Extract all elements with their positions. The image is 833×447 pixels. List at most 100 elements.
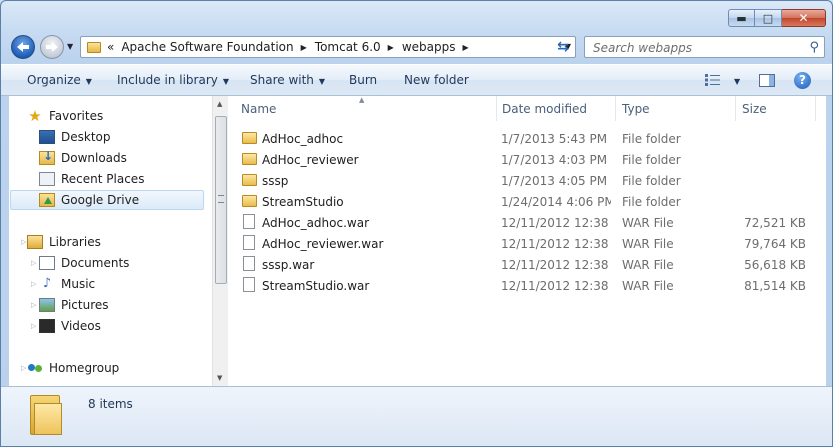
sidebar-item-pictures[interactable]: Pictures <box>39 295 109 315</box>
file-row[interactable]: AdHoc_reviewer.war 12/11/2012 12:38 ... … <box>238 233 818 254</box>
file-type: File folder <box>622 195 681 209</box>
close-icon: ✕ <box>798 11 809 25</box>
expand-libraries-icon[interactable]: ▷ <box>21 238 26 246</box>
column-header-name[interactable]: Name <box>235 96 497 121</box>
file-row[interactable]: sssp.war 12/11/2012 12:38 ... WAR File 5… <box>238 254 818 275</box>
file-name: sssp.war <box>262 258 315 272</box>
sidebar-item-videos[interactable]: Videos <box>39 316 101 336</box>
column-header-type[interactable]: Type <box>616 96 736 121</box>
file-icon <box>243 277 255 292</box>
breadcrumb-separator-icon[interactable]: ▶ <box>462 43 468 52</box>
refresh-button[interactable]: ⇆ <box>552 37 574 57</box>
organize-button[interactable]: Organize ▼ <box>27 73 92 87</box>
file-name: StreamStudio.war <box>262 279 370 293</box>
search-box[interactable]: ⚲ <box>584 36 825 58</box>
navigation-pane: ★ Favorites Desktop Downloads Recent Pla… <box>9 96 229 386</box>
sidebar-item-recent-places[interactable]: Recent Places <box>39 169 144 189</box>
file-type: WAR File <box>622 237 674 251</box>
expand-homegroup-icon[interactable]: ▷ <box>21 364 26 372</box>
preview-pane-icon[interactable] <box>759 74 775 87</box>
scroll-up-icon[interactable]: ▲ <box>217 100 222 108</box>
chevron-down-icon: ▼ <box>734 77 741 86</box>
change-view-icon[interactable] <box>705 74 721 86</box>
file-row[interactable]: AdHoc_adhoc 1/7/2013 5:43 PM File folder <box>238 128 818 149</box>
breadcrumb-item-tomcat[interactable]: Tomcat 6.0 ▶ <box>315 40 402 54</box>
sidebar-item-desktop[interactable]: Desktop <box>39 127 111 147</box>
sidebar-item-label: Music <box>61 277 96 291</box>
new-folder-label: New folder <box>404 73 469 87</box>
breadcrumb-separator-icon[interactable]: ▶ <box>388 43 394 52</box>
breadcrumb-item-webapps[interactable]: webapps ▶ <box>402 40 477 54</box>
breadcrumb-overflow[interactable]: « <box>107 40 114 54</box>
star-icon: ★ <box>28 107 42 125</box>
share-with-button[interactable]: Share with ▼ <box>250 73 325 87</box>
search-input[interactable] <box>591 38 795 58</box>
sidebar-item-documents[interactable]: Documents <box>39 253 129 273</box>
navigation-row: ▼ « Apache Software Foundation ▶ Tomcat … <box>1 33 832 63</box>
burn-label: Burn <box>349 73 378 87</box>
expand-documents-icon[interactable]: ▷ <box>31 259 36 267</box>
sidebar-item-music[interactable]: ♪ Music <box>39 274 95 294</box>
file-row[interactable]: AdHoc_reviewer 1/7/2013 4:03 PM File fol… <box>238 149 818 170</box>
scroll-down-icon[interactable]: ▼ <box>217 374 222 382</box>
view-options-dropdown[interactable]: ▼ <box>729 73 740 87</box>
file-row[interactable]: AdHoc_adhoc.war 12/11/2012 12:38 ... WAR… <box>238 212 818 233</box>
forward-button[interactable] <box>40 35 64 59</box>
expand-pictures-icon[interactable]: ▷ <box>31 301 36 309</box>
recent-pages-dropdown-icon[interactable]: ▼ <box>67 42 73 51</box>
sidebar-item-label: Libraries <box>49 235 101 249</box>
file-name: AdHoc_adhoc <box>262 132 344 146</box>
column-header-size[interactable]: Size <box>736 96 816 121</box>
include-in-library-button[interactable]: Include in library ▼ <box>117 73 229 87</box>
scrollbar-thumb[interactable] <box>215 116 227 284</box>
file-name: AdHoc_adhoc.war <box>262 216 370 230</box>
address-bar[interactable]: « Apache Software Foundation ▶ Tomcat 6.… <box>80 36 576 58</box>
back-button[interactable] <box>11 35 35 59</box>
burn-button[interactable]: Burn <box>349 73 377 87</box>
sidebar-item-favorites[interactable]: ★ Favorites <box>27 106 103 126</box>
sidebar-item-label: Google Drive <box>61 193 140 207</box>
new-folder-button[interactable]: New folder <box>404 73 469 87</box>
file-type: File folder <box>622 132 681 146</box>
file-date: 12/11/2012 12:38 ... <box>501 237 611 251</box>
breadcrumb-separator-icon[interactable]: ▶ <box>301 43 307 52</box>
file-date: 12/11/2012 12:38 ... <box>501 258 611 272</box>
sidebar-item-libraries[interactable]: Libraries <box>27 232 101 252</box>
file-type: File folder <box>622 153 681 167</box>
back-arrow-icon <box>17 42 29 52</box>
libraries-icon <box>27 235 43 249</box>
title-bar: ▬ □ ✕ <box>1 1 832 33</box>
column-header-date-modified[interactable]: Date modified <box>496 96 616 121</box>
folder-icon <box>242 132 257 144</box>
file-name: AdHoc_reviewer <box>262 153 359 167</box>
sidebar-item-google-drive[interactable]: Google Drive <box>10 190 204 210</box>
sidebar-item-label: Desktop <box>61 130 111 144</box>
file-type: File folder <box>622 174 681 188</box>
navigation-pane-scrollbar[interactable]: ▲ ▼ <box>212 96 229 386</box>
column-header-label: Name <box>241 101 277 116</box>
sidebar-item-downloads[interactable]: Downloads <box>39 148 127 168</box>
file-size: 56,618 KB <box>744 258 806 272</box>
file-row[interactable]: StreamStudio.war 12/11/2012 12:38 ... WA… <box>238 275 818 296</box>
file-row[interactable]: sssp 1/7/2013 4:05 PM File folder <box>238 170 818 191</box>
file-date: 1/7/2013 4:03 PM <box>501 153 608 167</box>
sidebar-item-homegroup[interactable]: Homegroup <box>27 358 119 378</box>
sidebar-item-label: Documents <box>61 256 130 270</box>
file-date: 12/11/2012 12:38 ... <box>501 216 611 230</box>
expand-music-icon[interactable]: ▷ <box>31 280 36 288</box>
search-icon[interactable]: ⚲ <box>809 40 819 55</box>
breadcrumb-item-apache[interactable]: Apache Software Foundation ▶ <box>114 40 314 54</box>
file-date: 1/7/2013 5:43 PM <box>501 132 608 146</box>
chevron-down-icon: ▼ <box>222 77 230 86</box>
expand-videos-icon[interactable]: ▷ <box>31 322 36 330</box>
file-row[interactable]: StreamStudio 1/24/2014 4:06 PM File fold… <box>238 191 818 212</box>
file-icon <box>243 256 255 271</box>
sidebar-item-label: Downloads <box>61 151 127 165</box>
close-button[interactable]: ✕ <box>782 9 826 27</box>
help-icon[interactable]: ? <box>794 72 811 89</box>
chevron-down-icon: ▼ <box>85 77 92 86</box>
folder-icon <box>242 174 257 186</box>
maximize-button[interactable]: □ <box>755 9 782 27</box>
minimize-button[interactable]: ▬ <box>728 9 755 27</box>
share-with-label: Share with <box>250 73 314 87</box>
